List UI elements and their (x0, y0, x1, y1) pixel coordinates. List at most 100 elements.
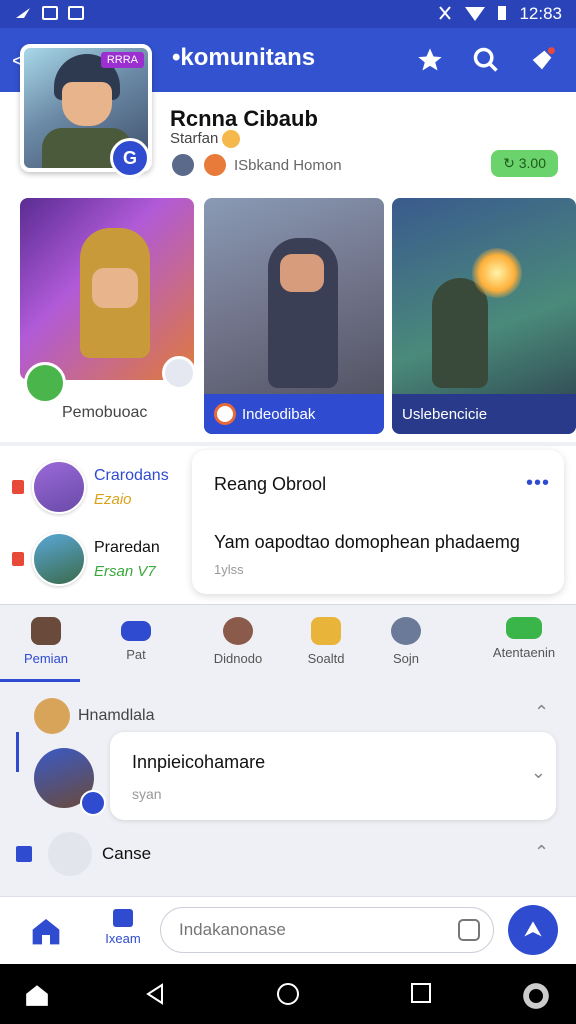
bubble-title: Reang Obrool (214, 474, 327, 494)
avatar (34, 698, 70, 734)
page-title: •komunitans (172, 44, 316, 71)
chat-name: Crarodans (94, 466, 169, 484)
image-icon (68, 5, 84, 20)
helmet-icon (31, 617, 61, 645)
tab-label: Sojn (392, 651, 420, 666)
home-icon (26, 985, 48, 1006)
profile-subtitle: Starfan (170, 130, 241, 149)
thread-panel: Hnamdlala ⌃ Innpieicohamare syan ⌄ Canse… (0, 682, 576, 896)
tab-sojn[interactable]: Sojn (366, 617, 446, 666)
thread-header[interactable]: Hnamdlala (34, 698, 154, 734)
avatar-tag: RRRA (100, 52, 144, 68)
chat-bubble[interactable]: Reang Obrool ••• Yam oapodtao domophean … (192, 450, 564, 594)
card-label: Pemobuoac (62, 404, 148, 421)
game-icon (214, 403, 236, 425)
list-item[interactable]: Praredan Ersan V7 (12, 532, 160, 586)
tab-pat[interactable]: Pat (96, 617, 176, 662)
members-label: ISbkand Homon (234, 156, 342, 174)
star-icon (311, 617, 341, 645)
card-label: Uslebencicie (402, 405, 488, 423)
tab-bar: Pemian Pat Didnodo Soaltd Sojn Atentaeni… (0, 604, 576, 682)
home-circle-button[interactable] (276, 982, 300, 1011)
chat-icon[interactable] (24, 362, 66, 404)
member-avatar (170, 152, 196, 178)
featured-card[interactable]: Indeodibak (204, 198, 384, 434)
composer-bar: Ixeam (0, 896, 576, 964)
emoji-icon (222, 130, 241, 149)
attachment-icon[interactable] (458, 919, 480, 941)
nfc-icon (437, 5, 453, 24)
avatar (32, 532, 86, 586)
pin-notification-icon (532, 47, 555, 70)
user-icon[interactable] (162, 356, 196, 390)
search-icon (473, 47, 498, 72)
coins-button[interactable]: ↻ 3.00 (491, 150, 558, 177)
chat-icon (506, 617, 542, 639)
badge-icon (80, 790, 106, 816)
favorite-button[interactable] (414, 44, 446, 76)
level-badge[interactable]: G (110, 138, 150, 178)
bubble-time: 1ylss (214, 562, 244, 577)
profile-header: RRRA G Rcnna Cibaub Starfan ISbkand Homo… (0, 44, 576, 192)
tab-label: Atentaenin (492, 645, 556, 660)
home-button[interactable] (30, 915, 62, 947)
tab-didnodo[interactable]: Didnodo (198, 617, 278, 666)
member-avatar (202, 152, 228, 178)
battery-icon (497, 5, 507, 24)
more-button[interactable]: ••• (526, 472, 550, 495)
avatar-icon (223, 617, 253, 645)
tab-atentaenin[interactable]: Atentaenin (484, 617, 564, 660)
members-row[interactable]: ISbkand Homon (170, 152, 342, 178)
flag-icon (113, 909, 133, 927)
system-nav-bar (0, 964, 576, 1024)
home-icon (32, 919, 60, 945)
assistant-icon (523, 983, 549, 1009)
send-button[interactable] (508, 905, 558, 955)
app-icon (42, 5, 58, 20)
featured-card[interactable]: Uslebencicie (392, 198, 576, 434)
chevron-up-icon[interactable]: ⌃ (534, 702, 549, 723)
tab-pemian[interactable]: Pemian (6, 617, 86, 666)
home-nav-button[interactable] (24, 982, 50, 1013)
clipboard-icon (48, 832, 92, 876)
list-item[interactable]: Crarodans Ezaio (12, 460, 169, 514)
send-icon (524, 921, 542, 937)
star-icon (418, 48, 442, 71)
search-button[interactable] (470, 44, 502, 76)
notifications-button[interactable] (526, 44, 558, 76)
featured-card[interactable] (20, 198, 194, 380)
chat-list: Crarodans Ezaio Praredan Ersan V7 Reang … (0, 446, 576, 604)
notification-icon (14, 6, 32, 23)
section-label: Canse (102, 844, 152, 863)
chevron-up-icon[interactable]: ⌃ (534, 842, 549, 863)
tv-icon (121, 621, 151, 641)
circle-icon (277, 983, 299, 1005)
assistant-button[interactable] (522, 982, 550, 1015)
back-triangle-icon (146, 983, 163, 1005)
thread-indicator (16, 732, 19, 772)
team-tab[interactable]: Ixeam (96, 909, 150, 946)
back-nav-button[interactable] (144, 982, 166, 1011)
tab-label: Soaltd (307, 651, 345, 666)
message-bubble[interactable]: Innpieicohamare syan ⌄ (110, 732, 556, 820)
chat-status: Ezaio (94, 490, 132, 508)
status-bar: 12:83 (0, 0, 576, 28)
chat-status: Ersan V7 (94, 562, 156, 580)
checkbox[interactable] (16, 846, 32, 862)
message-sub: syan (132, 786, 162, 802)
card-caption: Indeodibak (204, 394, 384, 434)
tab-label: Pat (126, 647, 146, 662)
chevron-down-icon[interactable]: ⌄ (531, 762, 546, 783)
tab-label: Ixeam (105, 931, 141, 946)
tab-soaltd[interactable]: Soaltd (286, 617, 366, 666)
tab-label: Didnodo (213, 651, 263, 666)
profile-name: Rcnna Cibaub (170, 106, 318, 131)
message-text: Innpieicohamare (132, 752, 266, 772)
tab-label: Pemian (23, 651, 69, 666)
wifi-icon (465, 5, 486, 24)
message-input[interactable] (160, 907, 494, 953)
recents-button[interactable] (410, 982, 432, 1009)
chat-name: Praredan (94, 538, 160, 556)
bubble-message: Yam oapodtao domophean phadaemg (214, 532, 520, 552)
section-row[interactable]: Canse (16, 832, 151, 876)
